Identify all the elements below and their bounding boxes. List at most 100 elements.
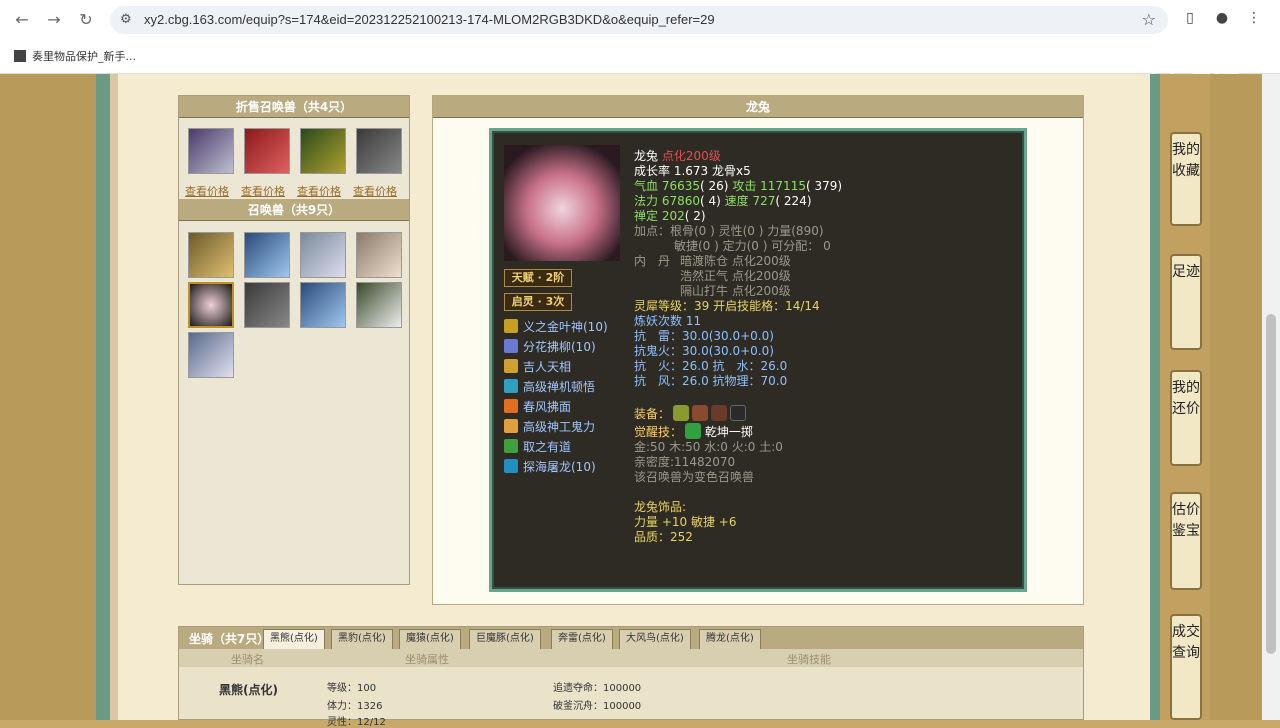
col-attr: 坐骑属性 — [405, 653, 449, 666]
skill-icon — [504, 419, 518, 433]
summon-avatar[interactable] — [356, 232, 402, 278]
view-price-link[interactable]: 查看价格 — [185, 183, 229, 199]
summon-portrait — [504, 145, 620, 261]
ornament-stats: 力量 +10 敏捷 +6 — [634, 515, 737, 529]
summon-list-panel: 折售召唤兽（共4只） 查看价格 查看价格 查看价格 查看价格 召唤兽（共9只） — [178, 95, 410, 585]
bookmarks-bar: 奏里物品保护_新手... — [0, 40, 1280, 70]
mount-tab[interactable]: 黑熊(点化) — [263, 629, 325, 649]
skill-icon — [504, 379, 518, 393]
mount-skill: 破釜沉舟：100000 — [553, 701, 642, 712]
sale-summon-avatar[interactable] — [188, 128, 234, 174]
mount-stamina: 体力：1326 — [327, 701, 383, 712]
summon-avatar[interactable] — [244, 282, 290, 328]
points-line: 加点：根骨(0 ) 灵性(0 ) 力量(890) — [634, 224, 824, 238]
points-line: 敏捷(0 ) 定力(0 ) 可分配： 0 — [674, 239, 831, 253]
sale-summon-avatar[interactable] — [244, 128, 290, 174]
sale-summon-avatar[interactable] — [356, 128, 402, 174]
sidepanel-icon[interactable]: ▯ — [1180, 10, 1200, 30]
back-icon[interactable]: ← — [12, 10, 32, 30]
skill-icon — [504, 339, 518, 353]
sidenav-favorites[interactable]: 我的收藏 — [1170, 132, 1202, 226]
growth-line: 成长率 1.673 龙骨x5 — [634, 164, 751, 178]
mount-tab[interactable]: 黑豹(点化) — [331, 629, 393, 649]
quality-line: 品质：252 — [634, 530, 693, 544]
side-nav: 我的收藏 足迹 我的还价 估价鉴宝 成交查询 — [1160, 74, 1210, 720]
skill-item[interactable]: 分花拂柳(10) — [504, 338, 596, 356]
mount-spirit: 灵性：12/12 — [327, 717, 386, 728]
summon-avatar-selected[interactable] — [188, 282, 234, 328]
sidenav-deal-query[interactable]: 成交查询 — [1170, 614, 1202, 720]
summon-header: 召唤兽（共9只） — [179, 199, 409, 221]
mount-title: 坐骑（共7只） — [189, 632, 270, 646]
sidenav-footprint[interactable]: 足迹 — [1170, 254, 1202, 350]
name-tag: 点化200级 — [661, 149, 721, 163]
scrollbar-thumb[interactable] — [1266, 314, 1276, 654]
mount-table-header: 坐骑名 坐骑属性 坐骑技能 — [179, 649, 1083, 667]
view-price-link[interactable]: 查看价格 — [353, 183, 397, 199]
ornament-title: 龙兔饰品: — [634, 500, 687, 514]
scrollbar[interactable] — [1262, 74, 1280, 720]
col-name: 坐骑名 — [231, 653, 264, 666]
inner-label: 内 丹 — [634, 254, 671, 268]
lingxi-line: 灵犀等级：39 开启技能格：14/14 — [634, 299, 820, 313]
summon-avatar[interactable] — [300, 282, 346, 328]
site-info-icon[interactable]: ⚙ — [120, 12, 132, 27]
sale-summon-header: 折售召唤兽（共4只） — [179, 96, 409, 118]
summon-avatar[interactable] — [188, 332, 234, 378]
equip-icon[interactable] — [730, 405, 747, 421]
resist-line: 抗 雷：30.0(30.0+0.0) — [634, 329, 774, 343]
skill-item[interactable]: 探海屠龙(10) — [504, 458, 596, 476]
skill-icon — [504, 359, 518, 373]
view-price-link[interactable]: 查看价格 — [241, 183, 285, 199]
skill-item[interactable]: 高级神工鬼力 — [504, 418, 595, 436]
skill-icon — [504, 319, 518, 333]
mount-skill: 追遗夺命：100000 — [553, 683, 642, 694]
skill-icon — [504, 399, 518, 413]
awaken-badge: 启灵 · 3次 — [504, 293, 572, 311]
decor-strip — [96, 74, 110, 720]
profile-icon[interactable]: ● — [1212, 10, 1232, 30]
skill-item[interactable]: 吉人天相 — [504, 358, 571, 376]
sale-summon-avatar[interactable] — [300, 128, 346, 174]
equip-icon[interactable] — [673, 405, 690, 421]
summon-card: 天赋 · 2阶 启灵 · 3次 义之金叶神(10) 分花拂柳(10) 吉人天相 … — [489, 128, 1027, 592]
summon-avatar[interactable] — [356, 282, 402, 328]
skill-icon — [504, 459, 518, 473]
forward-icon[interactable]: → — [44, 10, 64, 30]
summon-avatar[interactable] — [244, 232, 290, 278]
summon-avatar[interactable] — [188, 232, 234, 278]
detail-title: 龙兔 — [433, 96, 1083, 118]
skill-icon — [504, 439, 518, 453]
url-text[interactable]: xy2.cbg.163.com/equip?s=174&eid=20231225… — [144, 12, 715, 27]
intimacy-line: 亲密度:11482070 — [634, 455, 736, 469]
mount-tab[interactable]: 腾龙(点化) — [699, 629, 761, 649]
view-price-link[interactable]: 查看价格 — [297, 183, 341, 199]
equip-icon[interactable] — [692, 405, 709, 421]
summon-avatar[interactable] — [300, 232, 346, 278]
lianyao-line: 炼妖次数 11 — [634, 314, 702, 328]
mount-tab[interactable]: 奔雷(点化) — [551, 629, 613, 649]
bookmark-favicon-icon — [14, 50, 26, 62]
skill-item[interactable]: 取之有道 — [504, 438, 571, 456]
mount-tab[interactable]: 魔猿(点化) — [399, 629, 461, 649]
sidenav-appraise[interactable]: 估价鉴宝 — [1170, 492, 1202, 590]
mount-tab[interactable]: 巨魔豚(点化) — [469, 629, 541, 649]
address-bar[interactable]: ⚙ xy2.cbg.163.com/equip?s=174&eid=202312… — [110, 6, 1168, 34]
reload-icon[interactable]: ↻ — [76, 10, 96, 30]
skill-item[interactable]: 义之金叶神(10) — [504, 318, 608, 336]
decor-strip — [1150, 74, 1160, 720]
equip-icon[interactable] — [711, 405, 728, 421]
awaken-line: 觉醒技： 乾坤一掷 — [634, 423, 753, 439]
skill-item[interactable]: 春风拂面 — [504, 398, 571, 416]
sidenav-my-offers[interactable]: 我的还价 — [1170, 370, 1202, 466]
element-line: 金:50 木:50 水:0 火:0 土:0 — [634, 440, 783, 454]
mount-level: 等级：100 — [327, 683, 377, 694]
skill-item[interactable]: 高级禅机顿悟 — [504, 378, 595, 396]
menu-icon[interactable]: ⋮ — [1244, 10, 1264, 30]
col-skill: 坐骑技能 — [787, 653, 831, 666]
mp-spd-line: 法力 67860( 4) 速度 727( 224) — [634, 194, 812, 208]
bookmark-star-icon[interactable]: ☆ — [1142, 10, 1156, 29]
inner-dan: 暗渡陈仓 点化200级 — [680, 254, 791, 268]
bookmark-item[interactable]: 奏里物品保护_新手... — [14, 48, 136, 64]
mount-tab[interactable]: 大风鸟(点化) — [619, 629, 691, 649]
